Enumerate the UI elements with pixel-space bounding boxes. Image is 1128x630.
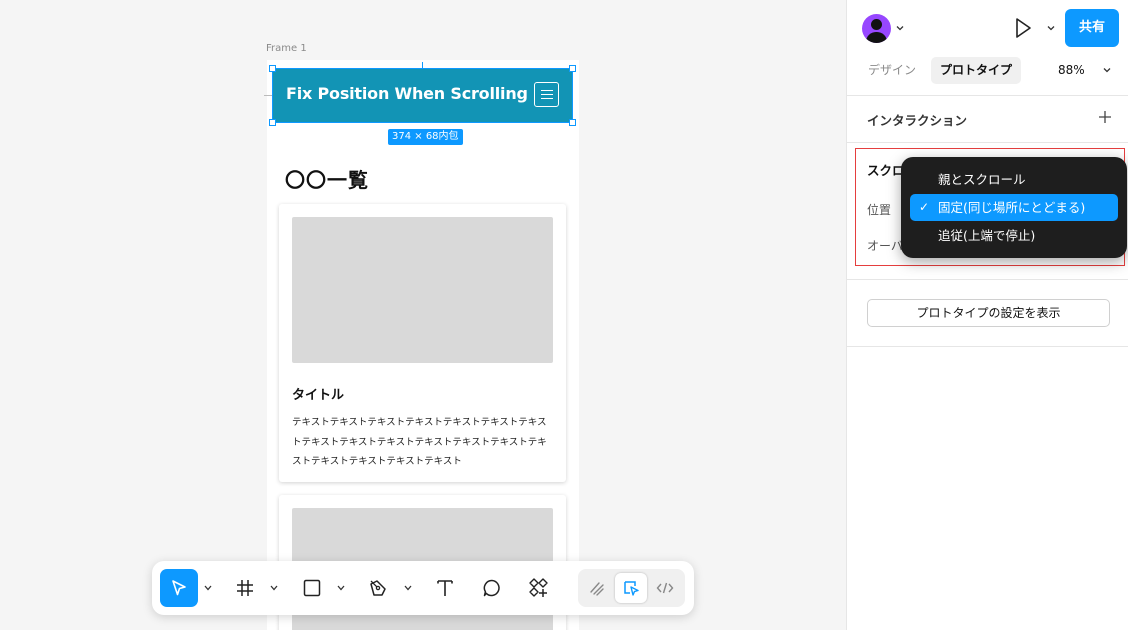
design-cursor-icon xyxy=(624,581,639,596)
card[interactable]: タイトル テキストテキストテキストテキストテキストテキストテキストテキストテキス… xyxy=(279,204,566,482)
comment-tool-button[interactable] xyxy=(473,569,511,607)
dropdown-item-label: 親とスクロール xyxy=(938,172,1026,187)
chevron-down-icon[interactable] xyxy=(403,581,413,595)
divider xyxy=(847,279,1128,280)
chevron-down-icon[interactable] xyxy=(203,581,213,595)
chevron-down-icon[interactable] xyxy=(269,581,279,595)
tab-design[interactable]: デザイン xyxy=(859,57,925,84)
comment-icon xyxy=(483,579,500,597)
divider xyxy=(847,95,1128,96)
pen-icon xyxy=(370,580,386,596)
divider xyxy=(847,142,1128,143)
resize-handle-top-left[interactable] xyxy=(269,65,276,72)
resize-handle-bottom-left[interactable] xyxy=(269,119,276,126)
hash-frame-icon xyxy=(237,580,253,596)
card-image-placeholder xyxy=(292,217,553,363)
text-icon xyxy=(437,580,453,596)
move-tool-button[interactable] xyxy=(160,569,198,607)
card-text: テキストテキストテキストテキストテキストテキストテキストテキストテキストテキスト… xyxy=(292,417,547,467)
selection-outline xyxy=(272,68,573,123)
code-brackets-icon xyxy=(656,582,674,594)
components-plus-icon xyxy=(529,578,548,597)
chevron-down-icon[interactable] xyxy=(895,23,905,33)
interaction-section-title: インタラクション xyxy=(867,113,968,128)
divider xyxy=(847,346,1128,347)
design-canvas[interactable]: Frame 1 Fix Position When Scrolling 374 … xyxy=(0,0,846,630)
chevron-down-icon[interactable] xyxy=(336,581,346,595)
position-label: 位置 xyxy=(867,203,892,217)
dropdown-item-sticky[interactable]: 追従(上端で停止) xyxy=(910,222,1118,249)
frame-label[interactable]: Frame 1 xyxy=(266,43,307,54)
center-tick xyxy=(264,95,272,96)
dev-mode-button[interactable] xyxy=(649,573,681,603)
actions-tool-button[interactable] xyxy=(520,569,558,607)
avatar[interactable] xyxy=(862,14,891,43)
bottom-toolbar xyxy=(152,561,694,615)
dropdown-item-fixed[interactable]: ✓ 固定(同じ場所にとどまる) xyxy=(910,194,1118,221)
mode-switcher xyxy=(578,569,685,607)
resize-handle-bottom-right[interactable] xyxy=(569,119,576,126)
dropdown-item-label: 固定(同じ場所にとどまる) xyxy=(938,200,1086,215)
dropdown-item-scroll-with-parent[interactable]: 親とスクロール xyxy=(910,166,1118,193)
avatar-head xyxy=(871,19,882,30)
design-mode-button[interactable] xyxy=(615,573,647,603)
size-badge: 374 × 68内包 xyxy=(388,129,463,145)
plus-icon[interactable] xyxy=(1098,110,1112,124)
rectangle-icon xyxy=(303,579,321,597)
frame-tool-button[interactable] xyxy=(226,569,264,607)
center-tick xyxy=(422,62,423,68)
zoom-level[interactable]: 88% xyxy=(1058,57,1085,84)
resize-handle-top-right[interactable] xyxy=(569,65,576,72)
tab-prototype[interactable]: プロトタイプ xyxy=(931,57,1022,84)
draw-pencil-icon xyxy=(590,582,604,596)
draw-mode-button[interactable] xyxy=(581,573,613,603)
scroll-section-title: スクロ xyxy=(867,163,905,178)
text-tool-button[interactable] xyxy=(426,569,464,607)
cursor-arrow-icon xyxy=(172,580,186,596)
card-title: タイトル xyxy=(292,388,345,403)
pen-tool-button[interactable] xyxy=(359,569,397,607)
properties-panel: 共有 デザイン プロトタイプ 88% インタラクション スクロ 位置 オーバ プ… xyxy=(846,0,1128,630)
avatar-body xyxy=(866,32,887,43)
show-prototype-settings-button[interactable]: プロトタイプの設定を表示 xyxy=(867,299,1110,327)
checkmark-icon: ✓ xyxy=(919,200,930,214)
position-dropdown-menu: 親とスクロール ✓ 固定(同じ場所にとどまる) 追従(上端で停止) xyxy=(901,157,1127,258)
share-button[interactable]: 共有 xyxy=(1065,9,1119,47)
dropdown-item-label: 追従(上端で停止) xyxy=(938,228,1036,243)
shape-tool-button[interactable] xyxy=(293,569,331,607)
chevron-down-icon[interactable] xyxy=(1102,65,1112,75)
overflow-label: オーバ xyxy=(867,239,903,253)
chevron-down-icon[interactable] xyxy=(1046,23,1056,33)
list-title: 〇〇一覧 xyxy=(285,168,369,192)
play-icon[interactable] xyxy=(1012,16,1034,40)
